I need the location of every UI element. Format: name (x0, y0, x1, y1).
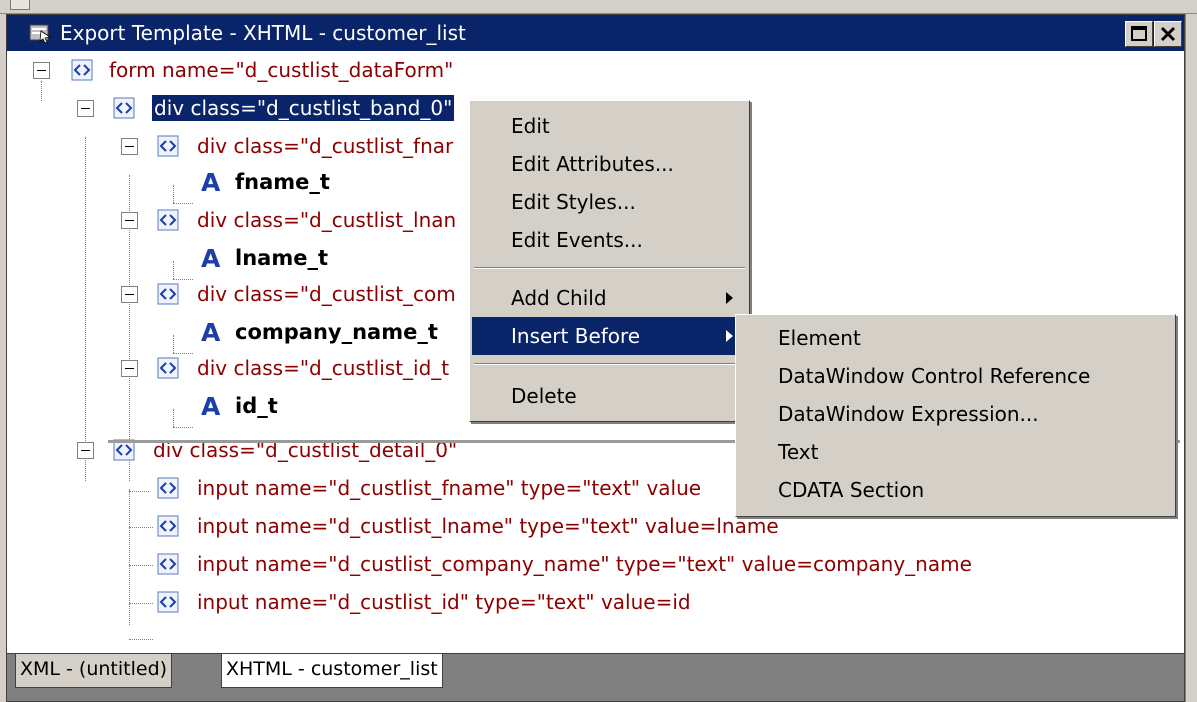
submenu-arrow-icon (726, 292, 733, 304)
menu-separator (474, 267, 745, 269)
top-toolbar-strip (0, 0, 1197, 14)
collapse-icon[interactable] (77, 442, 94, 459)
dock-handle[interactable] (10, 0, 30, 10)
tree-node-detail[interactable]: div class="d_custlist_detail_0" (7, 431, 607, 469)
tree-node-label: company_name_t (235, 320, 438, 344)
menu-item-edit-attributes[interactable]: Edit Attributes... (472, 145, 747, 183)
tree-connector (129, 639, 153, 640)
menu-item-label: Insert Before (511, 324, 641, 348)
tree-node-div-lname[interactable]: div class="d_custlist_lnan (7, 201, 477, 239)
menu-item-label: Add Child (511, 286, 607, 310)
element-tag-icon (113, 97, 135, 119)
element-tag-icon (157, 135, 179, 157)
tab-xml-untitled[interactable]: XML - (untitled) (15, 654, 173, 688)
menu-item-edit-events[interactable]: Edit Events... (472, 221, 747, 259)
window-title: Export Template - XHTML - customer_list (60, 21, 466, 45)
collapse-icon[interactable] (33, 62, 50, 79)
window-titlebar[interactable]: Export Template - XHTML - customer_list (7, 15, 1184, 51)
tab-xhtml-customer-list[interactable]: XHTML - customer_list (221, 654, 443, 688)
element-tag-icon (157, 553, 179, 575)
menu-item-insert-before[interactable]: Insert Before (472, 317, 747, 355)
submenu-item-text[interactable]: Text (738, 433, 1173, 471)
menu-item-add-child[interactable]: Add Child (472, 279, 747, 317)
tree-node-label: div class="d_custlist_fnar (197, 134, 454, 158)
tree-node-label: input name="d_custlist_id" type="text" v… (197, 590, 691, 614)
tree-node-label: lname_t (235, 246, 328, 270)
submenu-arrow-icon (726, 330, 733, 342)
tree-node-text-lname[interactable]: A lname_t (7, 239, 477, 277)
tree-node-text-id[interactable]: A id_t (7, 387, 477, 425)
tree-node-label: input name="d_custlist_fname" type="text… (197, 476, 702, 500)
tree-node-label: div class="d_custlist_com (197, 282, 456, 306)
tree-node-label-selected: div class="d_custlist_band_0" (152, 95, 455, 121)
tree-node-div-fname[interactable]: div class="d_custlist_fnar (7, 127, 477, 165)
document-tab-bar: XML - (untitled) XHTML - customer_list (7, 653, 1184, 701)
element-tag-icon (71, 59, 93, 81)
collapse-icon[interactable] (121, 212, 138, 229)
element-tag-icon (157, 283, 179, 305)
element-tag-icon (157, 477, 179, 499)
tree-node-label: input name="d_custlist_company_name" typ… (197, 552, 972, 576)
tree-node-label: id_t (235, 394, 278, 418)
tree-node-input-id[interactable]: input name="d_custlist_id" type="text" v… (7, 583, 1007, 621)
tree-node-label: div class="d_custlist_lnan (197, 208, 457, 232)
maximize-button[interactable] (1125, 21, 1153, 47)
close-button[interactable] (1154, 21, 1182, 47)
tree-node-div-company[interactable]: div class="d_custlist_com (7, 275, 477, 313)
tree-node-div-id[interactable]: div class="d_custlist_id_t (7, 349, 477, 387)
collapse-icon[interactable] (121, 360, 138, 377)
export-template-icon (29, 24, 51, 43)
text-node-icon: A (201, 318, 221, 347)
tree-node-label: form name="d_custlist_dataForm" (109, 58, 454, 82)
menu-item-edit-styles[interactable]: Edit Styles... (472, 183, 747, 221)
tree-node-label: input name="d_custlist_lname" type="text… (197, 514, 779, 538)
element-tag-icon (157, 357, 179, 379)
collapse-icon[interactable] (121, 138, 138, 155)
element-tag-icon (157, 209, 179, 231)
close-icon (1160, 26, 1176, 42)
right-frame-edge (1185, 14, 1197, 702)
text-node-icon: A (201, 392, 221, 421)
submenu-item-element[interactable]: Element (738, 319, 1173, 357)
context-menu: Edit Edit Attributes... Edit Styles... E… (469, 100, 750, 422)
menu-item-delete[interactable]: Delete (472, 377, 747, 415)
submenu-item-datawindow-control-reference[interactable]: DataWindow Control Reference (738, 357, 1173, 395)
text-node-icon: A (201, 244, 221, 273)
tree-node-input-company[interactable]: input name="d_custlist_company_name" typ… (7, 545, 1007, 583)
tree-connector (173, 427, 193, 428)
submenu-item-cdata-section[interactable]: CDATA Section (738, 471, 1173, 509)
collapse-icon[interactable] (77, 100, 94, 117)
submenu-item-datawindow-expression[interactable]: DataWindow Expression... (738, 395, 1173, 433)
tree-node-band[interactable]: div class="d_custlist_band_0" (7, 89, 507, 127)
text-node-icon: A (201, 168, 221, 197)
element-tag-icon (157, 515, 179, 537)
menu-item-edit[interactable]: Edit (472, 107, 747, 145)
insert-before-submenu: Element DataWindow Control Reference Dat… (735, 314, 1176, 517)
tree-node-form[interactable]: form name="d_custlist_dataForm" (7, 51, 607, 89)
tree-node-label: fname_t (235, 170, 330, 194)
tree-node-text-fname[interactable]: A fname_t (7, 163, 477, 201)
tree-node-text-company[interactable]: A company_name_t (7, 313, 477, 351)
menu-separator (474, 363, 745, 365)
tree-node-label: div class="d_custlist_id_t (197, 356, 450, 380)
collapse-icon[interactable] (121, 286, 138, 303)
maximize-icon (1131, 26, 1147, 41)
element-tag-icon (157, 591, 179, 613)
